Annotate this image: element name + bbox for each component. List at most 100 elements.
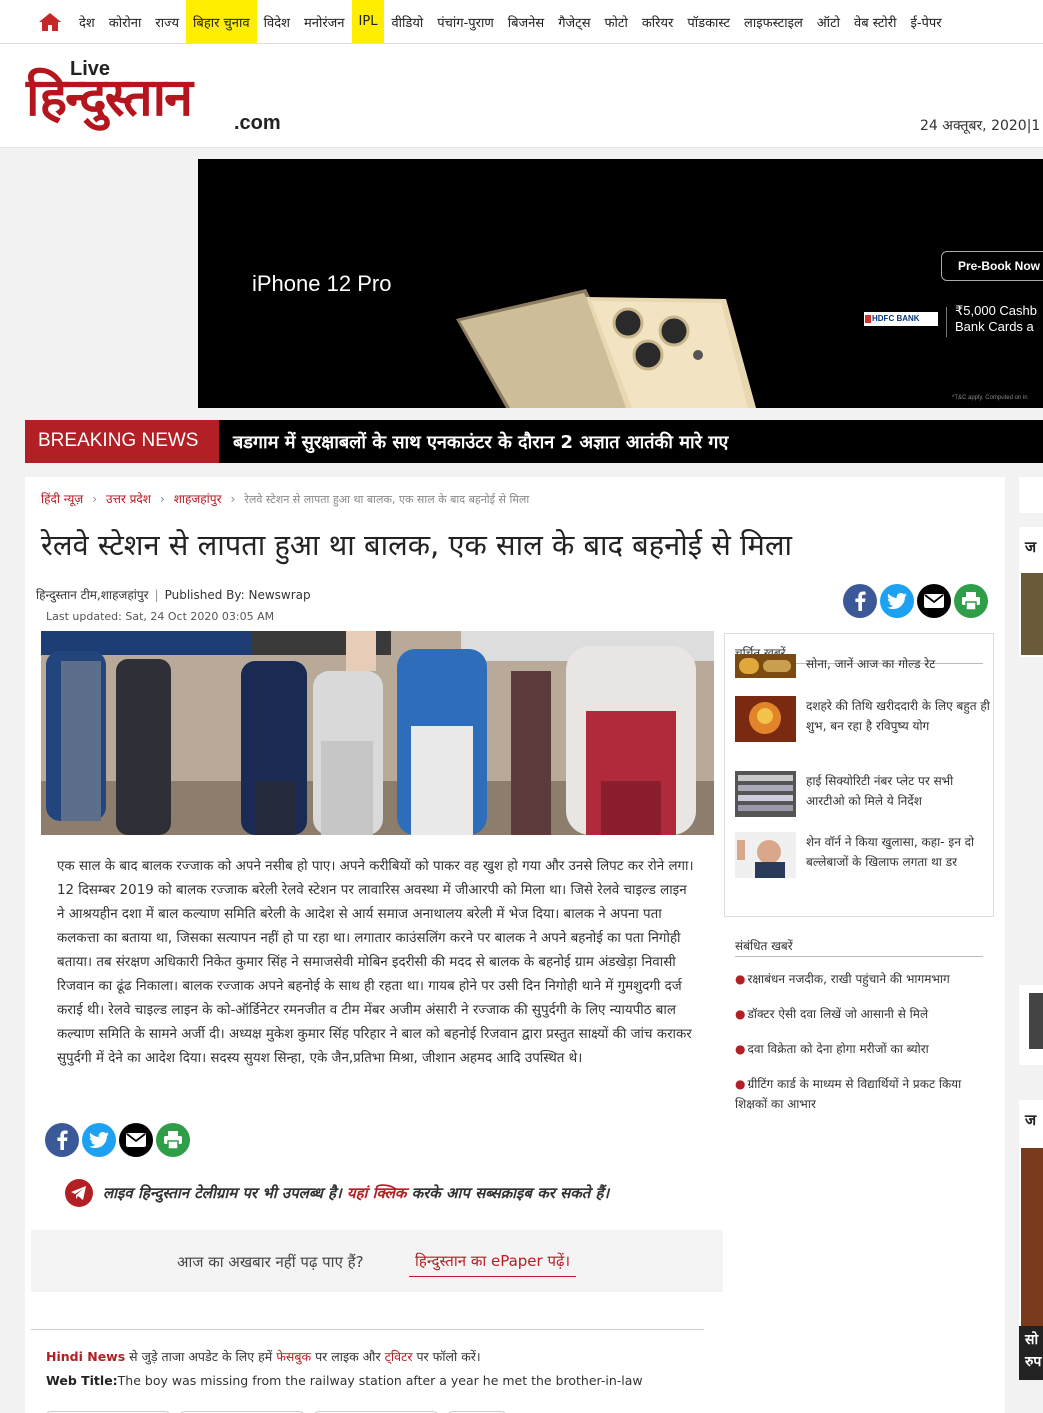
divider <box>31 1329 704 1330</box>
related-news-box: संबंधित खबरें ● रक्षाबंधन नजदीक, राखी पहु… <box>724 929 994 1111</box>
follow-text-1: से जुड़े ताजा अपडेट के लिए हमें <box>129 1349 273 1364</box>
web-title: Web Title:The boy was missing from the r… <box>46 1373 643 1388</box>
trending-text: सोना, जानें आज का गोल्ड रेट <box>806 657 936 671</box>
nav-item-web-story[interactable]: वेब स्टोरी <box>847 0 903 43</box>
breadcrumb-hindi-news[interactable]: हिंदी न्यूज़ <box>41 492 83 506</box>
nav-item-bihar-election[interactable]: बिहार चुनाव <box>186 0 257 43</box>
nav-item-career[interactable]: करियर <box>635 0 681 43</box>
epaper-link[interactable]: हिन्दुस्तान का ePaper पढ़ें। <box>409 1244 577 1277</box>
breadcrumb-current: रेलवे स्टेशन से लापता हुआ था बालक, एक सा… <box>244 493 530 506</box>
trending-news-box: चर्चित खबरें सोना, जानें आज का गोल्ड रेट… <box>724 633 994 917</box>
related-item[interactable]: ● रक्षाबंधन नजदीक, राखी पहुंचाने की भागमभ… <box>735 969 987 989</box>
share-buttons-bottom <box>45 1123 190 1157</box>
article-title: रेलवे स्टेशन से लापता हुआ था बालक, एक सा… <box>41 528 793 562</box>
ad-banner[interactable]: iPhone 12 Pro Pre-Book Now HDFC BANK ₹5,… <box>198 159 1043 408</box>
print-icon <box>962 592 980 610</box>
facebook-link[interactable]: फेसबुक <box>276 1349 311 1364</box>
facebook-icon <box>855 591 866 611</box>
nav-item-epaper[interactable]: ई-पेपर <box>903 0 948 43</box>
print-button[interactable] <box>954 584 988 618</box>
trending-thumb <box>735 771 796 817</box>
trending-text: दशहरे की तिथि खरीददारी के लिए बहुत ही शु… <box>806 699 990 733</box>
breadcrumb-uttar-pradesh[interactable]: उत्तर प्रदेश <box>106 492 151 506</box>
published-by: Published By: Newswrap <box>164 588 311 602</box>
related-item[interactable]: ● डॉक्टर ऐसी दवा लिखें जो आसानी से मिले <box>735 1004 987 1024</box>
site-logo[interactable]: Live हिन्दुस्तान .com <box>26 58 296 138</box>
article-photo[interactable] <box>41 631 714 835</box>
byline: हिन्दुस्तान टीम,शाहजहांपुर | Published By:… <box>36 588 311 602</box>
author[interactable]: हिन्दुस्तान टीम,शाहजहांपुर <box>36 588 149 602</box>
related-item[interactable]: ● दवा विक्रेता को देना होगा मरीजों का ब्य… <box>735 1039 987 1059</box>
breaking-news-bar[interactable]: BREAKING NEWS बडगाम में सुरक्षाबलों के स… <box>25 420 1043 463</box>
ad-brand-text: iPhone 12 Pro <box>252 271 392 296</box>
right-column-thumb <box>1029 993 1043 1049</box>
trending-thumb <box>735 696 796 742</box>
print-button-bottom[interactable] <box>156 1123 190 1157</box>
right-column-caption-2: रुप <box>1025 1354 1042 1370</box>
facebook-share-button[interactable] <box>843 584 877 618</box>
breaking-news-text[interactable]: बडगाम में सुरक्षाबलों के साथ एनकाउंटर के… <box>233 430 728 454</box>
trending-thumb <box>735 832 796 878</box>
breaking-news-label: BREAKING NEWS <box>25 420 219 463</box>
email-share-button[interactable] <box>917 584 951 618</box>
twitter-icon <box>887 593 907 609</box>
nav-item-corona[interactable]: कोरोना <box>102 0 149 43</box>
related-title: संबंधित खबरें <box>735 937 983 957</box>
nav-item-desh[interactable]: देश <box>72 0 102 43</box>
logo-com-text: .com <box>234 112 281 134</box>
pre-book-button[interactable]: Pre-Book Now <box>941 251 1043 281</box>
print-icon <box>164 1131 182 1149</box>
twitter-share-button[interactable] <box>880 584 914 618</box>
hdfc-logo: HDFC BANK <box>864 312 938 326</box>
nav-item-videsh[interactable]: विदेश <box>257 0 297 43</box>
nav-item-panchang[interactable]: पंचांग-पुराण <box>430 0 500 43</box>
nav-item-gadgets[interactable]: गैजेट्स <box>551 0 597 43</box>
twitter-share-button-bottom[interactable] <box>82 1123 116 1157</box>
nav-item-lifestyle[interactable]: लाइफस्टाइल <box>737 0 810 43</box>
right-column-thumb <box>1021 1148 1043 1326</box>
twitter-icon <box>89 1132 109 1148</box>
right-column-card[interactable] <box>1019 985 1043 1065</box>
follow-text-3: पर फॉलो करें। <box>416 1349 481 1364</box>
related-item[interactable]: ● ग्रीटिंग कार्ड के माध्यम से विद्यार्थिय… <box>735 1074 987 1111</box>
related-item-text: रक्षाबंधन नजदीक, राखी पहुंचाने की भागमभा… <box>747 972 950 986</box>
nav-item-ipl[interactable]: IPL <box>351 0 385 43</box>
nav-item-manoranjan[interactable]: मनोरंजन <box>297 0 352 43</box>
right-column-heading: ज <box>1025 1111 1037 1129</box>
right-column-caption-1: सो <box>1025 1332 1039 1348</box>
header-date: 24 अक्तूबर, 2020|1 <box>920 118 1041 134</box>
twitter-link[interactable]: ट्विटर <box>385 1349 413 1364</box>
ad-terms: *T&C apply. Computed on in <box>952 395 1028 401</box>
right-column-thumb <box>1021 573 1043 655</box>
telegram-text-2: करके आप सब्सक्राइब कर सकते हैं। <box>411 1184 610 1202</box>
hindi-news-link[interactable]: Hindi News <box>46 1349 125 1364</box>
nav-item-business[interactable]: बिजनेस <box>501 0 551 43</box>
trending-text: शेन वॉर्न ने किया खुलासा, कहा- इन दो बल्… <box>806 835 975 869</box>
web-title-label: Web Title: <box>46 1373 118 1388</box>
site-header: Live हिन्दुस्तान .com 24 अक्तूबर, 2020|1 <box>0 44 1043 148</box>
right-column-card[interactable]: ज सो रुप <box>1019 1100 1043 1380</box>
email-icon <box>126 1133 146 1147</box>
follow-text-2: पर लाइक और <box>315 1349 381 1364</box>
email-share-button-bottom[interactable] <box>119 1123 153 1157</box>
share-buttons-top <box>843 584 988 618</box>
cashback-line-1: ₹5,000 Cashb <box>955 303 1037 318</box>
nav-item-auto[interactable]: ऑटो <box>810 0 847 43</box>
right-column-card[interactable]: ज <box>1019 527 1043 657</box>
nav-item-photo[interactable]: फोटो <box>598 0 635 43</box>
trending-text: हाई सिक्योरिटी नंबर प्लेट पर सभी आरटीओ क… <box>806 774 954 808</box>
facebook-share-button-bottom[interactable] <box>45 1123 79 1157</box>
follow-text: Hindi News से जुड़े ताजा अपडेट के लिए हम… <box>46 1348 481 1365</box>
right-column-heading: ज <box>1025 538 1037 556</box>
home-icon[interactable] <box>28 0 72 43</box>
nav-item-rajya[interactable]: राज्य <box>148 0 186 43</box>
breadcrumb-shahjahanpur[interactable]: शाहजहांपुर <box>174 492 222 506</box>
article-container: हिंदी न्यूज़ › उत्तर प्रदेश › शाहजहांपुर › रेल… <box>25 477 1005 1413</box>
nav-item-podcast[interactable]: पॉडकास्ट <box>680 0 737 43</box>
ad-brand: iPhone 12 Pro <box>252 271 391 297</box>
telegram-text-1: लाइव हिन्दुस्तान टेलीग्राम पर भी उपलब्ध … <box>103 1184 342 1202</box>
telegram-text: लाइव हिन्दुस्तान टेलीग्राम पर भी उपलब्ध … <box>103 1183 609 1203</box>
top-navigation: देश कोरोना राज्य बिहार चुनाव विदेश मनोरं… <box>0 0 1043 44</box>
telegram-link[interactable]: यहां क्लिक <box>347 1184 407 1202</box>
nav-item-video[interactable]: वीडियो <box>384 0 430 43</box>
